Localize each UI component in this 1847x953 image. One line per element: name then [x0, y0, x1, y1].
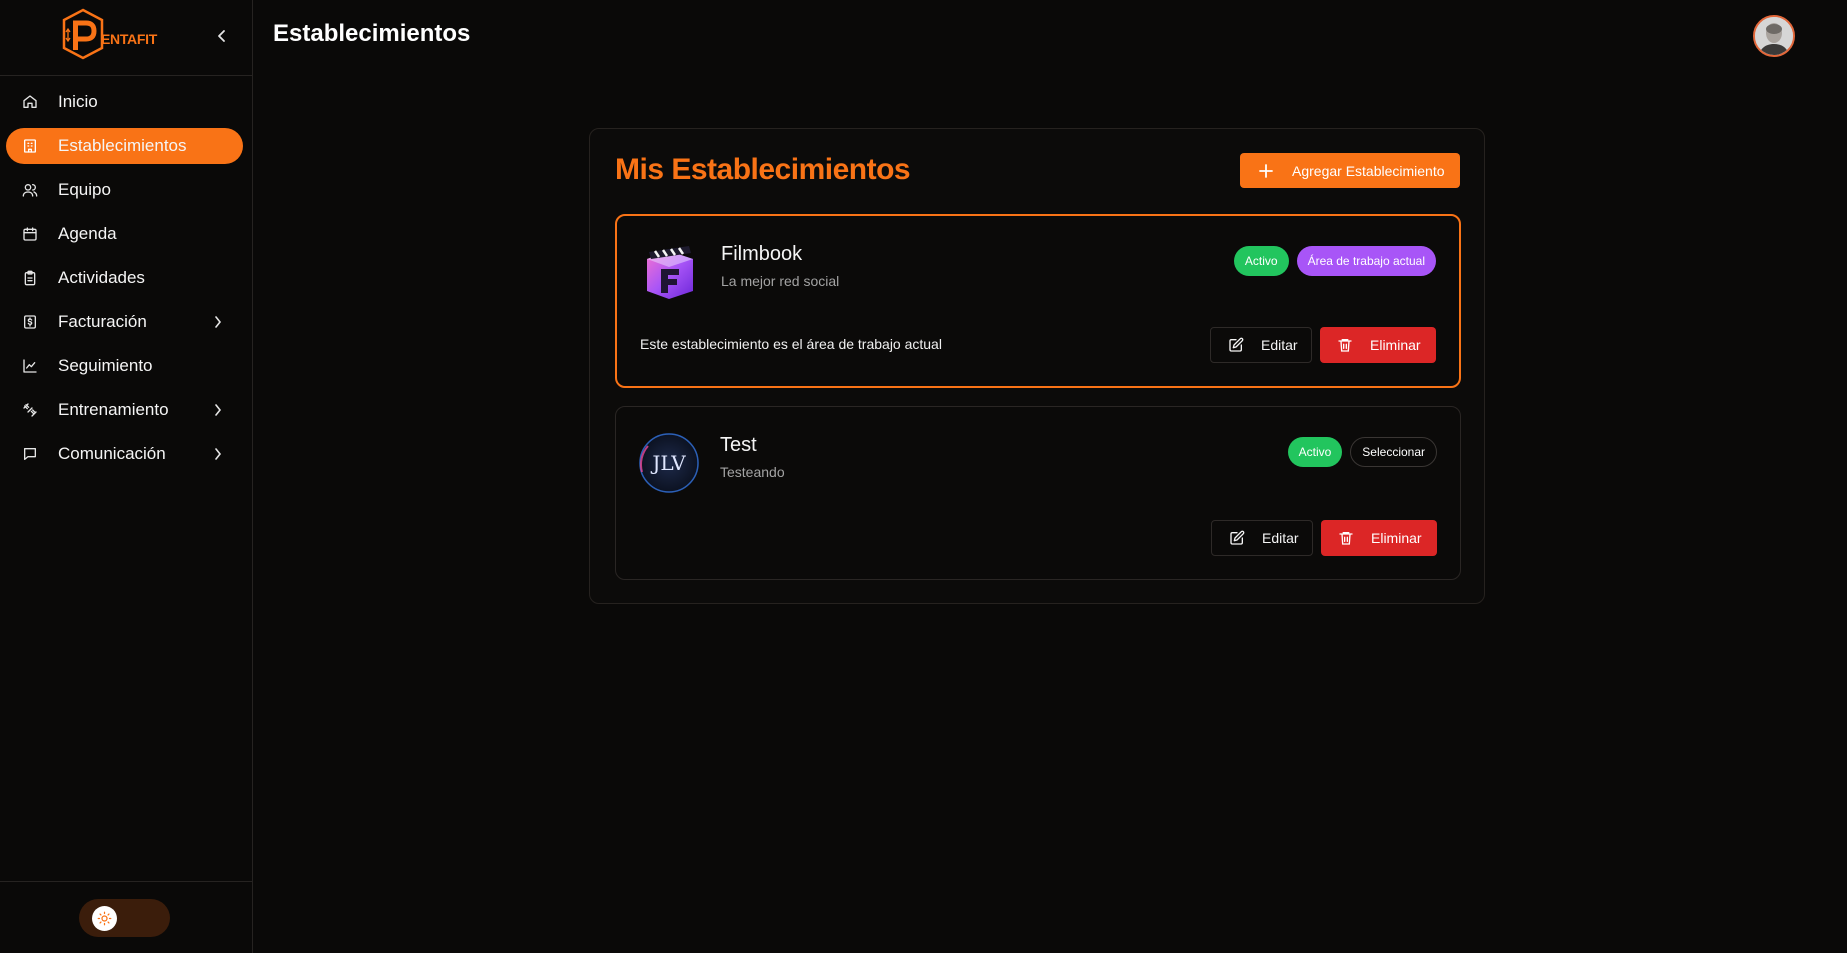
- dollar-receipt-icon: [21, 313, 39, 331]
- chevron-left-icon: [218, 30, 225, 42]
- app: ENTAFIT Inicio Establecimientos Equipo A…: [0, 0, 1847, 953]
- users-icon: [21, 181, 39, 199]
- establishment-card: JLV Test Testeando Activo Seleccionar Ed…: [615, 406, 1461, 580]
- svg-text:JLV: JLV: [650, 451, 686, 475]
- sidebar-item-label: Equipo: [58, 180, 111, 199]
- sidebar: ENTAFIT Inicio Establecimientos Equipo A…: [0, 0, 253, 953]
- chevron-right-icon: [209, 445, 227, 463]
- sidebar-item-seguimiento[interactable]: Seguimiento: [6, 348, 247, 384]
- establishment-description: La mejor red social: [721, 273, 840, 289]
- establishments-panel: Mis Establecimientos Agregar Establecimi…: [589, 128, 1485, 604]
- theme-knob: [92, 906, 117, 931]
- calendar-icon: [21, 225, 39, 243]
- delete-label: Eliminar: [1370, 337, 1421, 353]
- chevron-right-icon: [209, 313, 227, 331]
- avatar[interactable]: [1753, 15, 1795, 57]
- edit-icon: [1228, 337, 1244, 353]
- edit-label: Editar: [1261, 337, 1298, 353]
- establishment-name: Test: [720, 434, 757, 456]
- building-icon: [21, 137, 39, 155]
- message-icon: [21, 445, 39, 463]
- status-badge: Activo: [1287, 437, 1343, 467]
- establishment-name: Filmbook: [721, 243, 803, 265]
- sidebar-item-label: Comunicación: [58, 444, 166, 463]
- edit-label: Editar: [1262, 530, 1299, 546]
- chevron-right-icon: [209, 401, 227, 419]
- establishment-description: Testeando: [720, 464, 785, 480]
- sidebar-item-entrenamiento[interactable]: Entrenamiento: [6, 392, 247, 428]
- sun-icon: [97, 911, 112, 926]
- status-badge: Activo: [1233, 246, 1289, 276]
- edit-icon: [1229, 530, 1245, 546]
- trash-icon: [1337, 337, 1353, 353]
- sidebar-item-label: Agenda: [58, 224, 117, 243]
- delete-label: Eliminar: [1371, 530, 1422, 546]
- establishment-card: Filmbook La mejor red social Activo Área…: [615, 214, 1461, 388]
- user-photo-icon: [1755, 17, 1793, 55]
- clipboard-icon: [21, 269, 39, 287]
- edit-button[interactable]: Editar: [1211, 520, 1313, 556]
- sidebar-item-label: Establecimientos: [58, 136, 187, 155]
- sidebar-item-label: Inicio: [58, 92, 98, 111]
- card-actions: Editar Eliminar: [1211, 520, 1437, 556]
- select-button[interactable]: Seleccionar: [1350, 437, 1437, 467]
- line-chart-icon: [21, 357, 39, 375]
- sidebar-item-label: Seguimiento: [58, 356, 153, 375]
- badge-group: Activo Área de trabajo actual: [1233, 246, 1436, 276]
- sidebar-item-label: Entrenamiento: [58, 400, 169, 419]
- add-establishment-button[interactable]: Agregar Establecimiento: [1240, 153, 1460, 188]
- badge-group: Activo Seleccionar: [1287, 437, 1437, 467]
- test-logo: JLV: [638, 432, 700, 494]
- home-icon: [21, 93, 39, 111]
- page-title: Establecimientos: [273, 20, 471, 47]
- current-workspace-note: Este establecimiento es el área de traba…: [640, 336, 942, 352]
- edit-button[interactable]: Editar: [1210, 327, 1312, 363]
- sidebar-item-establecimientos[interactable]: Establecimientos: [6, 128, 243, 164]
- sidebar-item-facturacion[interactable]: Facturación: [6, 304, 247, 340]
- sidebar-header: ENTAFIT: [0, 0, 252, 76]
- sidebar-item-equipo[interactable]: Equipo: [6, 172, 247, 208]
- collapse-sidebar-button[interactable]: [212, 24, 232, 48]
- sidebar-item-label: Actividades: [58, 268, 145, 287]
- sidebar-item-agenda[interactable]: Agenda: [6, 216, 247, 252]
- sidebar-item-label: Facturación: [58, 312, 147, 331]
- card-actions: Editar Eliminar: [1210, 327, 1436, 363]
- panel-title: Mis Establecimientos: [615, 153, 911, 186]
- filmbook-logo: [639, 241, 701, 303]
- current-workspace-badge: Área de trabajo actual: [1296, 246, 1436, 276]
- plus-icon: [1258, 163, 1274, 179]
- dumbbell-icon: [21, 401, 39, 419]
- sidebar-nav: Inicio Establecimientos Equipo Agenda Ac…: [0, 84, 253, 480]
- delete-button[interactable]: Eliminar: [1321, 520, 1437, 556]
- delete-button[interactable]: Eliminar: [1320, 327, 1436, 363]
- logo-text: ENTAFIT: [101, 31, 157, 47]
- sidebar-footer: [0, 881, 253, 953]
- sidebar-item-actividades[interactable]: Actividades: [6, 260, 247, 296]
- add-establishment-label: Agregar Establecimiento: [1292, 162, 1445, 179]
- pentafit-logo[interactable]: ENTAFIT: [58, 8, 163, 64]
- trash-icon: [1338, 530, 1354, 546]
- sidebar-item-comunicacion[interactable]: Comunicación: [6, 436, 247, 472]
- theme-toggle[interactable]: [79, 899, 170, 937]
- sidebar-item-inicio[interactable]: Inicio: [6, 84, 247, 120]
